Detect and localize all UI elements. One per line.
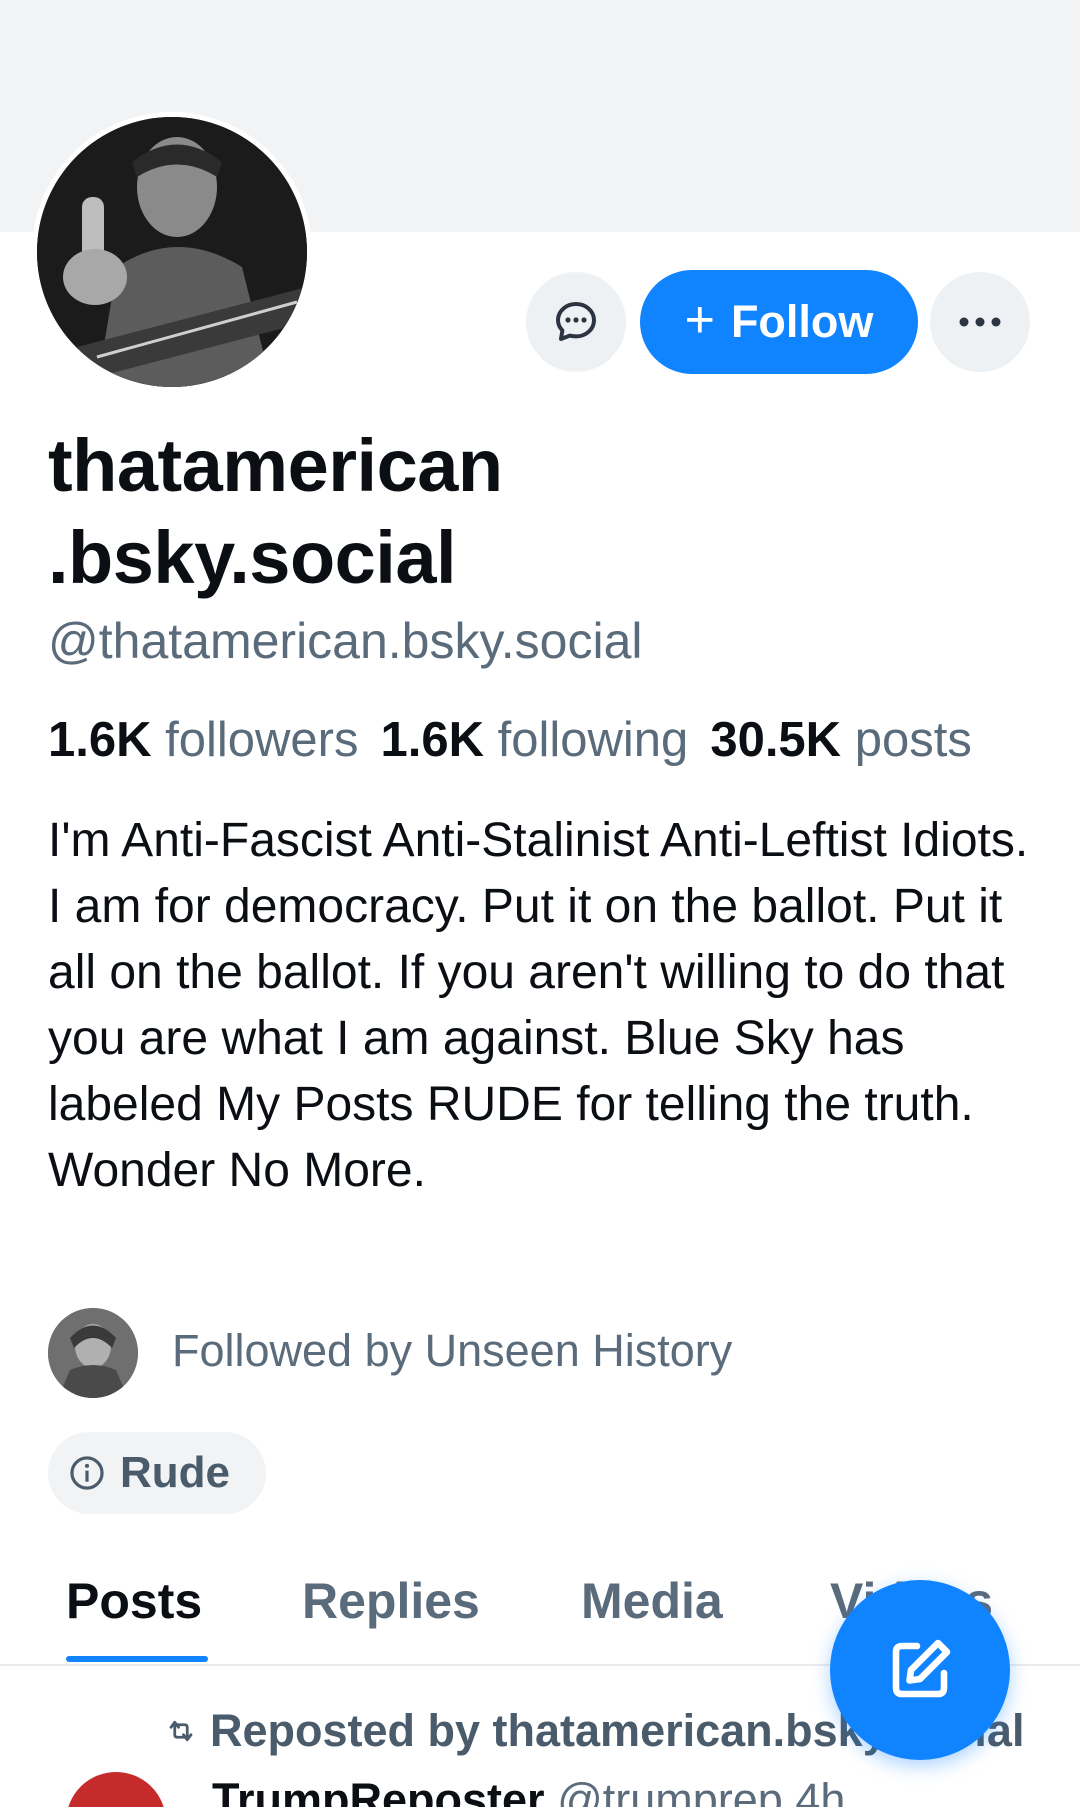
- profile-bio: I'm Anti-Fascist Anti-Stalinist Anti-Lef…: [48, 814, 1029, 1197]
- follow-label: Follow: [730, 296, 874, 347]
- profile-stats: 1.6K followers 1.6K following 30.5K posts: [48, 712, 1080, 768]
- follow-button[interactable]: + Follow: [640, 270, 918, 374]
- compose-icon: [892, 1639, 951, 1698]
- ellipsis-icon: [959, 317, 1001, 327]
- more-options-button[interactable]: [930, 272, 1030, 372]
- post-age: 4h: [795, 1774, 846, 1807]
- tab-posts[interactable]: Posts: [66, 1572, 202, 1630]
- profile-handle: @thatamerican.bsky.social: [48, 613, 643, 669]
- chat-bubble-icon: [556, 302, 596, 341]
- info-icon: [70, 1456, 104, 1490]
- profile-avatar[interactable]: [32, 112, 312, 392]
- posts-stat: 30.5K posts: [710, 713, 994, 767]
- followers-count: 1.6K: [48, 713, 152, 767]
- avatar-photo: [37, 117, 307, 387]
- compose-post-button[interactable]: [830, 1580, 1010, 1760]
- follower-avatar[interactable]: [48, 1308, 138, 1398]
- following-label: following: [497, 713, 689, 767]
- post-author-avatar[interactable]: [66, 1772, 166, 1807]
- moderation-label-text: Rude: [120, 1448, 230, 1497]
- followers-stat[interactable]: 1.6K followers: [48, 713, 381, 767]
- posts-count: 30.5K: [710, 713, 842, 767]
- display-name: thatamerican .bsky.social: [48, 420, 948, 604]
- repost-icon: [169, 1720, 193, 1742]
- tab-replies[interactable]: Replies: [302, 1572, 480, 1630]
- followers-label: followers: [165, 713, 359, 767]
- post-author-handle: @trumprep: [557, 1774, 783, 1807]
- follower-photo: [48, 1308, 138, 1398]
- active-tab-indicator: [66, 1656, 208, 1662]
- moderation-label-badge[interactable]: Rude: [48, 1432, 266, 1514]
- following-stat[interactable]: 1.6K following: [381, 713, 711, 767]
- tab-media[interactable]: Media: [581, 1572, 723, 1630]
- message-button[interactable]: [526, 272, 626, 372]
- post-author-line[interactable]: TrumpReposter @trumprep 4h: [212, 1774, 845, 1807]
- plus-icon: +: [684, 291, 715, 349]
- posts-label: posts: [854, 713, 972, 767]
- display-name-line-1: thatamerican: [48, 424, 503, 507]
- followed-by-text[interactable]: Followed by Unseen History: [172, 1325, 732, 1377]
- post-author-name: TrumpReposter: [212, 1774, 545, 1807]
- display-name-line-2: .bsky.social: [48, 516, 457, 599]
- following-count: 1.6K: [380, 713, 485, 767]
